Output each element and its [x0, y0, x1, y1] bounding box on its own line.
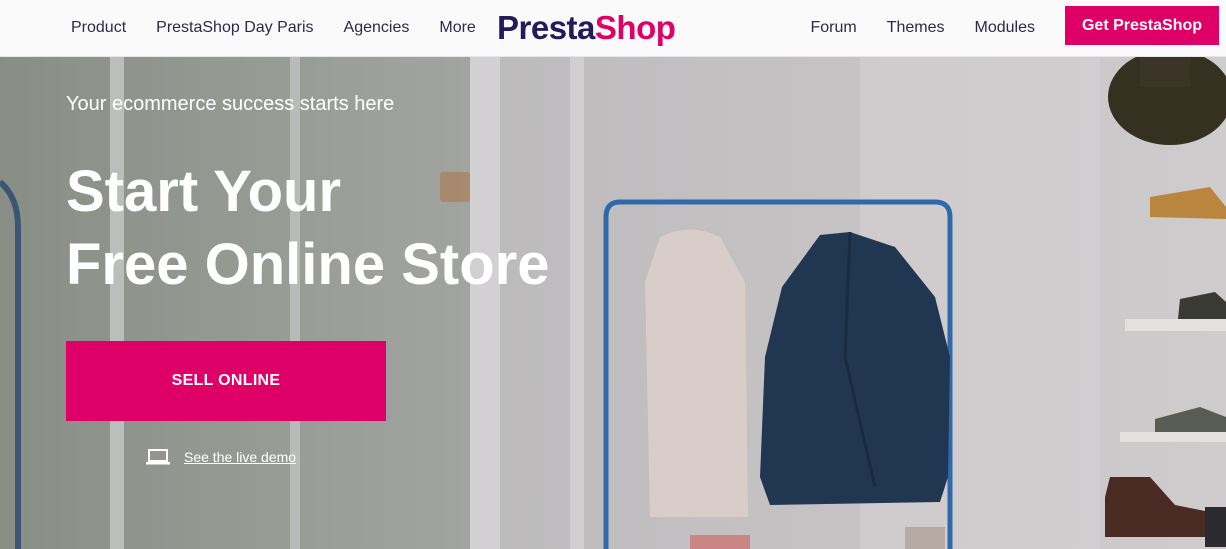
headline-line-1: Start Your — [66, 159, 342, 224]
logo-text-presta: Presta — [497, 9, 595, 46]
nav-item-product[interactable]: Product — [71, 19, 126, 37]
prestashop-logo[interactable]: PrestaShop — [497, 8, 676, 48]
nav-item-more[interactable]: More — [439, 19, 475, 37]
nav-item-modules[interactable]: Modules — [975, 19, 1035, 37]
live-demo-link[interactable]: See the live demo — [146, 448, 296, 466]
logo-text-shop: Shop — [594, 9, 676, 46]
hero-section: Your ecommerce success starts here Start… — [0, 57, 1226, 549]
nav-item-agencies[interactable]: Agencies — [344, 19, 410, 37]
get-prestashop-button[interactable]: Get PrestaShop — [1065, 6, 1219, 45]
hero-overlay — [0, 57, 1226, 549]
nav-right: Forum Themes Modules — [810, 0, 1035, 56]
live-demo-label: See the live demo — [184, 449, 297, 465]
nav-item-forum[interactable]: Forum — [810, 19, 856, 37]
top-navigation: Product PrestaShop Day Paris Agencies Mo… — [0, 0, 1226, 57]
hero-headline: Start Your Free Online Store — [66, 155, 549, 301]
nav-left: Product PrestaShop Day Paris Agencies Mo… — [71, 0, 501, 56]
nav-item-themes[interactable]: Themes — [887, 19, 945, 37]
nav-item-prestashop-day-paris[interactable]: PrestaShop Day Paris — [156, 19, 313, 37]
headline-line-2: Free Online Store — [66, 232, 550, 297]
sell-online-button[interactable]: SELL ONLINE — [66, 341, 386, 421]
laptop-icon — [146, 449, 170, 465]
hero-tagline: Your ecommerce success starts here — [66, 93, 395, 115]
